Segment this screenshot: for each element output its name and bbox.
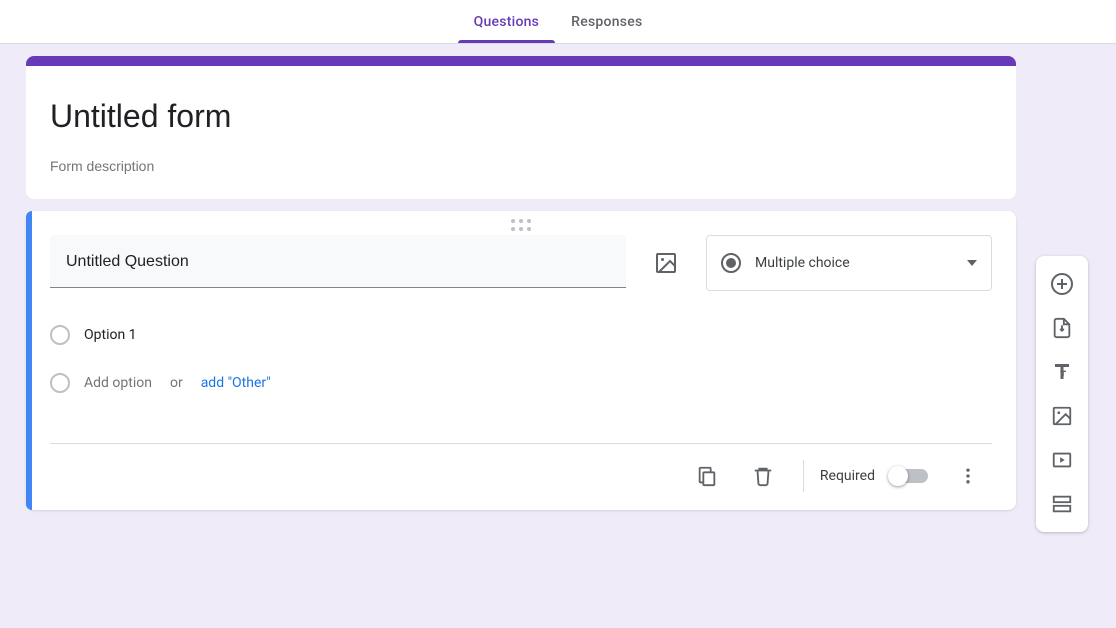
question-type-select[interactable]: Multiple choice (706, 235, 992, 291)
question-title-wrap (50, 235, 626, 288)
question-title-input[interactable] (66, 253, 610, 271)
duplicate-button[interactable] (683, 452, 731, 500)
or-text: or (170, 375, 183, 391)
add-video-button[interactable] (1042, 438, 1082, 482)
form-canvas: Multiple choice Option 1 Add option (0, 44, 1116, 530)
required-toggle[interactable] (891, 469, 928, 483)
question-footer: Required (50, 443, 992, 510)
divider (803, 460, 804, 492)
question-card: Multiple choice Option 1 Add option (26, 211, 1016, 510)
add-section-button[interactable] (1042, 482, 1082, 526)
side-toolbar (1036, 256, 1088, 532)
add-other-button[interactable]: add "Other" (201, 375, 271, 391)
drag-handle[interactable] (26, 211, 1016, 235)
add-option-row: Add option or add "Other" (50, 359, 992, 407)
radio-icon (721, 253, 741, 273)
option-label[interactable]: Option 1 (84, 327, 137, 343)
chevron-down-icon (967, 260, 977, 266)
tab-responses[interactable]: Responses (555, 0, 658, 43)
form-description-input[interactable] (50, 158, 992, 174)
form-header-card (26, 56, 1016, 199)
add-image-button[interactable] (1042, 394, 1082, 438)
tabs-bar: Questions Responses (0, 0, 1116, 44)
option-row[interactable]: Option 1 (50, 311, 992, 359)
add-question-button[interactable] (1042, 262, 1082, 306)
import-questions-button[interactable] (1042, 306, 1082, 350)
tab-questions[interactable]: Questions (458, 0, 556, 43)
options-list: Option 1 Add option or add "Other" (50, 311, 992, 407)
add-title-button[interactable] (1042, 350, 1082, 394)
radio-outline-icon (50, 325, 70, 345)
required-label: Required (820, 468, 875, 484)
form-title-input[interactable] (50, 88, 992, 144)
add-image-icon[interactable] (642, 239, 690, 287)
delete-button[interactable] (739, 452, 787, 500)
add-option-button[interactable]: Add option (84, 375, 152, 391)
radio-outline-icon (50, 373, 70, 393)
more-options-button[interactable] (944, 452, 992, 500)
question-type-label: Multiple choice (755, 255, 953, 271)
